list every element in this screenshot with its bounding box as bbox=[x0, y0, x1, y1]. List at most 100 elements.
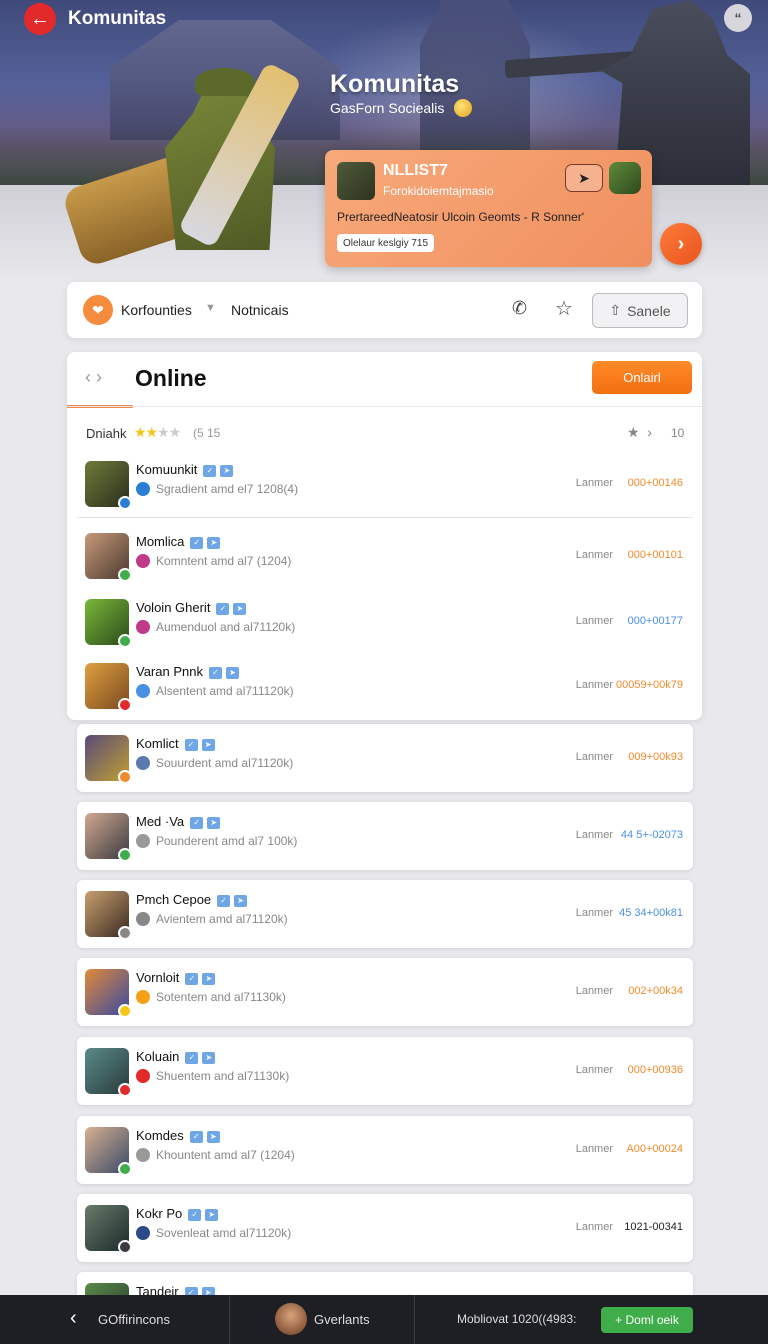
member-meta-text: Avientem amd al71120k) bbox=[156, 912, 288, 926]
member-meta: Shuentem and al71130k) bbox=[136, 1069, 289, 1083]
user-name[interactable]: Gverlants bbox=[314, 1312, 370, 1327]
member-name[interactable]: Komdes ✓ ➤ bbox=[136, 1128, 220, 1143]
member-avatar bbox=[85, 1048, 132, 1097]
promo-share-button[interactable]: ➤ bbox=[565, 164, 603, 192]
back-chevron-icon[interactable]: ‹ bbox=[70, 1307, 77, 1330]
filter-label[interactable]: Dniahk bbox=[86, 426, 126, 441]
member-label: Lanmer bbox=[575, 985, 613, 997]
promo-card[interactable]: NLLIST7 Forokidoiemtajmasio ➤ Prertareed… bbox=[325, 150, 652, 267]
phone-icon[interactable]: ✆ bbox=[512, 298, 527, 319]
meta-icon bbox=[136, 1148, 150, 1162]
member-meta-text: Souurdent amd al71120k) bbox=[156, 756, 294, 770]
topbar-title: Komunitas bbox=[68, 8, 167, 29]
character-hat bbox=[195, 68, 255, 96]
member-avatar bbox=[85, 663, 132, 712]
list-item[interactable]: Pmch Cepoe ✓ ➤ Avientem amd al71120k) Lanm… bbox=[77, 880, 693, 948]
promo-avatar[interactable] bbox=[609, 162, 641, 194]
verified-badges: ✓ ➤ bbox=[185, 1051, 216, 1064]
telegram-icon: ➤ bbox=[207, 816, 221, 829]
member-name-text: Momlica bbox=[136, 534, 185, 549]
verified-icon: ✓ bbox=[185, 1051, 199, 1064]
member-value: 002+00k34 bbox=[628, 985, 683, 997]
verified-badges: ✓ ➤ bbox=[217, 894, 248, 907]
member-label: Lanmer bbox=[575, 1143, 613, 1155]
status-dot-icon bbox=[118, 926, 132, 940]
member-name[interactable]: Komuunkit ✓ ➤ bbox=[136, 462, 234, 477]
member-meta-text: Khountent amd al7 (1204) bbox=[156, 1148, 295, 1162]
member-name-text: Komdes bbox=[136, 1128, 184, 1143]
arrow-left-icon: ← bbox=[30, 7, 50, 30]
chevron-down-icon[interactable]: ▼ bbox=[205, 302, 216, 314]
member-meta-text: Sgradient amd el7 1208(4) bbox=[156, 482, 299, 496]
list-item[interactable]: Koluain ✓ ➤ Shuentem and al71130k) Lanmer … bbox=[77, 1037, 693, 1105]
member-avatar bbox=[85, 735, 132, 784]
filter-number: 10 bbox=[671, 426, 685, 440]
status-dot-icon bbox=[118, 1004, 132, 1018]
status-dot-icon bbox=[118, 848, 132, 862]
member-meta: Souurdent amd al71120k) bbox=[136, 756, 293, 770]
member-avatar bbox=[85, 461, 132, 510]
add-button[interactable]: + Doml oeik bbox=[601, 1307, 693, 1333]
promo-next-button[interactable]: › bbox=[660, 223, 702, 265]
member-name[interactable]: Koluain ✓ ➤ bbox=[136, 1049, 216, 1064]
member-name-text: Komuunkit bbox=[136, 462, 198, 477]
member-name[interactable]: Komlict ✓ ➤ bbox=[136, 736, 215, 751]
member-meta-text: Pounderent amd al7 100k) bbox=[156, 834, 298, 848]
hero-character bbox=[60, 60, 320, 269]
list-item[interactable]: Momlica ✓ ➤ Komntent amd al7 (1204) Lanmer… bbox=[77, 522, 693, 590]
bottom-back-label[interactable]: GOffirincons bbox=[98, 1312, 170, 1327]
member-name[interactable]: Vornloit ✓ ➤ bbox=[136, 970, 216, 985]
user-avatar[interactable] bbox=[275, 1303, 307, 1335]
member-meta-text: Aumenduol and al71120k) bbox=[156, 620, 296, 634]
member-meta-text: Sovenleat amd al71120k) bbox=[156, 1226, 292, 1240]
share-button[interactable]: ⇧ Sanele bbox=[592, 293, 688, 328]
member-meta: Alsentent amd al711120k) bbox=[136, 684, 294, 698]
verified-icon: ✓ bbox=[190, 536, 204, 549]
member-name[interactable]: Voloin Gherit ✓ ➤ bbox=[136, 600, 247, 615]
meta-icon bbox=[136, 1226, 150, 1240]
meta-icon bbox=[136, 554, 150, 568]
rating-stars[interactable]: ★★★★ bbox=[134, 424, 181, 441]
verified-badges: ✓ ➤ bbox=[190, 816, 221, 829]
member-name[interactable]: Kokr Po ✓ ➤ bbox=[136, 1206, 219, 1221]
verified-icon: ✓ bbox=[216, 602, 230, 615]
list-item[interactable]: Kokr Po ✓ ➤ Sovenleat amd al71120k) Lanmer… bbox=[77, 1194, 693, 1262]
verified-icon: ✓ bbox=[217, 894, 231, 907]
nav-item-communities[interactable]: Korfounties bbox=[121, 302, 192, 318]
nav-item-notifications[interactable]: Notnicais bbox=[231, 302, 289, 318]
telegram-icon: ➤ bbox=[234, 894, 248, 907]
member-meta-text: Shuentem and al71130k) bbox=[156, 1069, 290, 1083]
list-item[interactable]: Vornloit ✓ ➤ Sotentem and al71130k) Lanmer… bbox=[77, 958, 693, 1026]
member-label: Lanmer bbox=[575, 751, 613, 763]
list-item[interactable]: Med ·Va ✓ ➤ Pounderent amd al7 100k) Lanme… bbox=[77, 802, 693, 870]
pager-arrows-icon[interactable]: ‹ › bbox=[85, 367, 102, 388]
filter-star-chevron-icon[interactable]: ★ › bbox=[627, 424, 652, 441]
member-avatar bbox=[85, 813, 132, 862]
coin-icon bbox=[454, 99, 472, 117]
telegram-icon: ➤ bbox=[225, 666, 239, 679]
verified-badges: ✓ ➤ bbox=[188, 1208, 219, 1221]
list-item[interactable]: Varan Pnnk ✓ ➤ Alsentent amd al711120k) La… bbox=[77, 652, 693, 720]
member-name[interactable]: Med ·Va ✓ ➤ bbox=[136, 814, 221, 829]
status-text: Mobliovat 1020((4983: bbox=[457, 1312, 577, 1326]
list-item[interactable]: Voloin Gherit ✓ ➤ Aumenduol and al71120k) … bbox=[77, 588, 693, 656]
member-name[interactable]: Pmch Cepoe ✓ ➤ bbox=[136, 892, 248, 907]
chevron-right-icon: › bbox=[677, 232, 685, 255]
star-outline-icon[interactable]: ☆ bbox=[555, 296, 573, 321]
list-item[interactable]: Komlict ✓ ➤ Souurdent amd al71120k) Lanmer… bbox=[77, 724, 693, 792]
chat-button[interactable]: “ bbox=[724, 4, 752, 32]
member-name-text: Kokr Po bbox=[136, 1206, 183, 1221]
share-button-label: Sanele bbox=[627, 302, 671, 319]
list-item[interactable]: Komdes ✓ ➤ Khountent amd al7 (1204) Lanmer… bbox=[77, 1116, 693, 1184]
bottom-bar: ‹ GOffirincons Gverlants Mobliovat 1020(… bbox=[0, 1295, 768, 1344]
online-button[interactable]: Onlairl bbox=[592, 361, 692, 394]
back-button[interactable]: ← bbox=[24, 3, 56, 35]
verified-badges: ✓ ➤ bbox=[185, 972, 216, 985]
member-name[interactable]: Momlica ✓ ➤ bbox=[136, 534, 221, 549]
member-meta-text: Alsentent amd al711120k) bbox=[156, 684, 294, 698]
member-name[interactable]: Varan Pnnk ✓ ➤ bbox=[136, 664, 239, 679]
telegram-icon: ➤ bbox=[202, 972, 216, 985]
member-value: 00059+00k79 bbox=[616, 679, 683, 691]
member-label: Lanmer bbox=[575, 549, 613, 561]
list-item[interactable]: Komuunkit ✓ ➤ Sgradient amd el7 1208(4) La… bbox=[77, 450, 693, 518]
